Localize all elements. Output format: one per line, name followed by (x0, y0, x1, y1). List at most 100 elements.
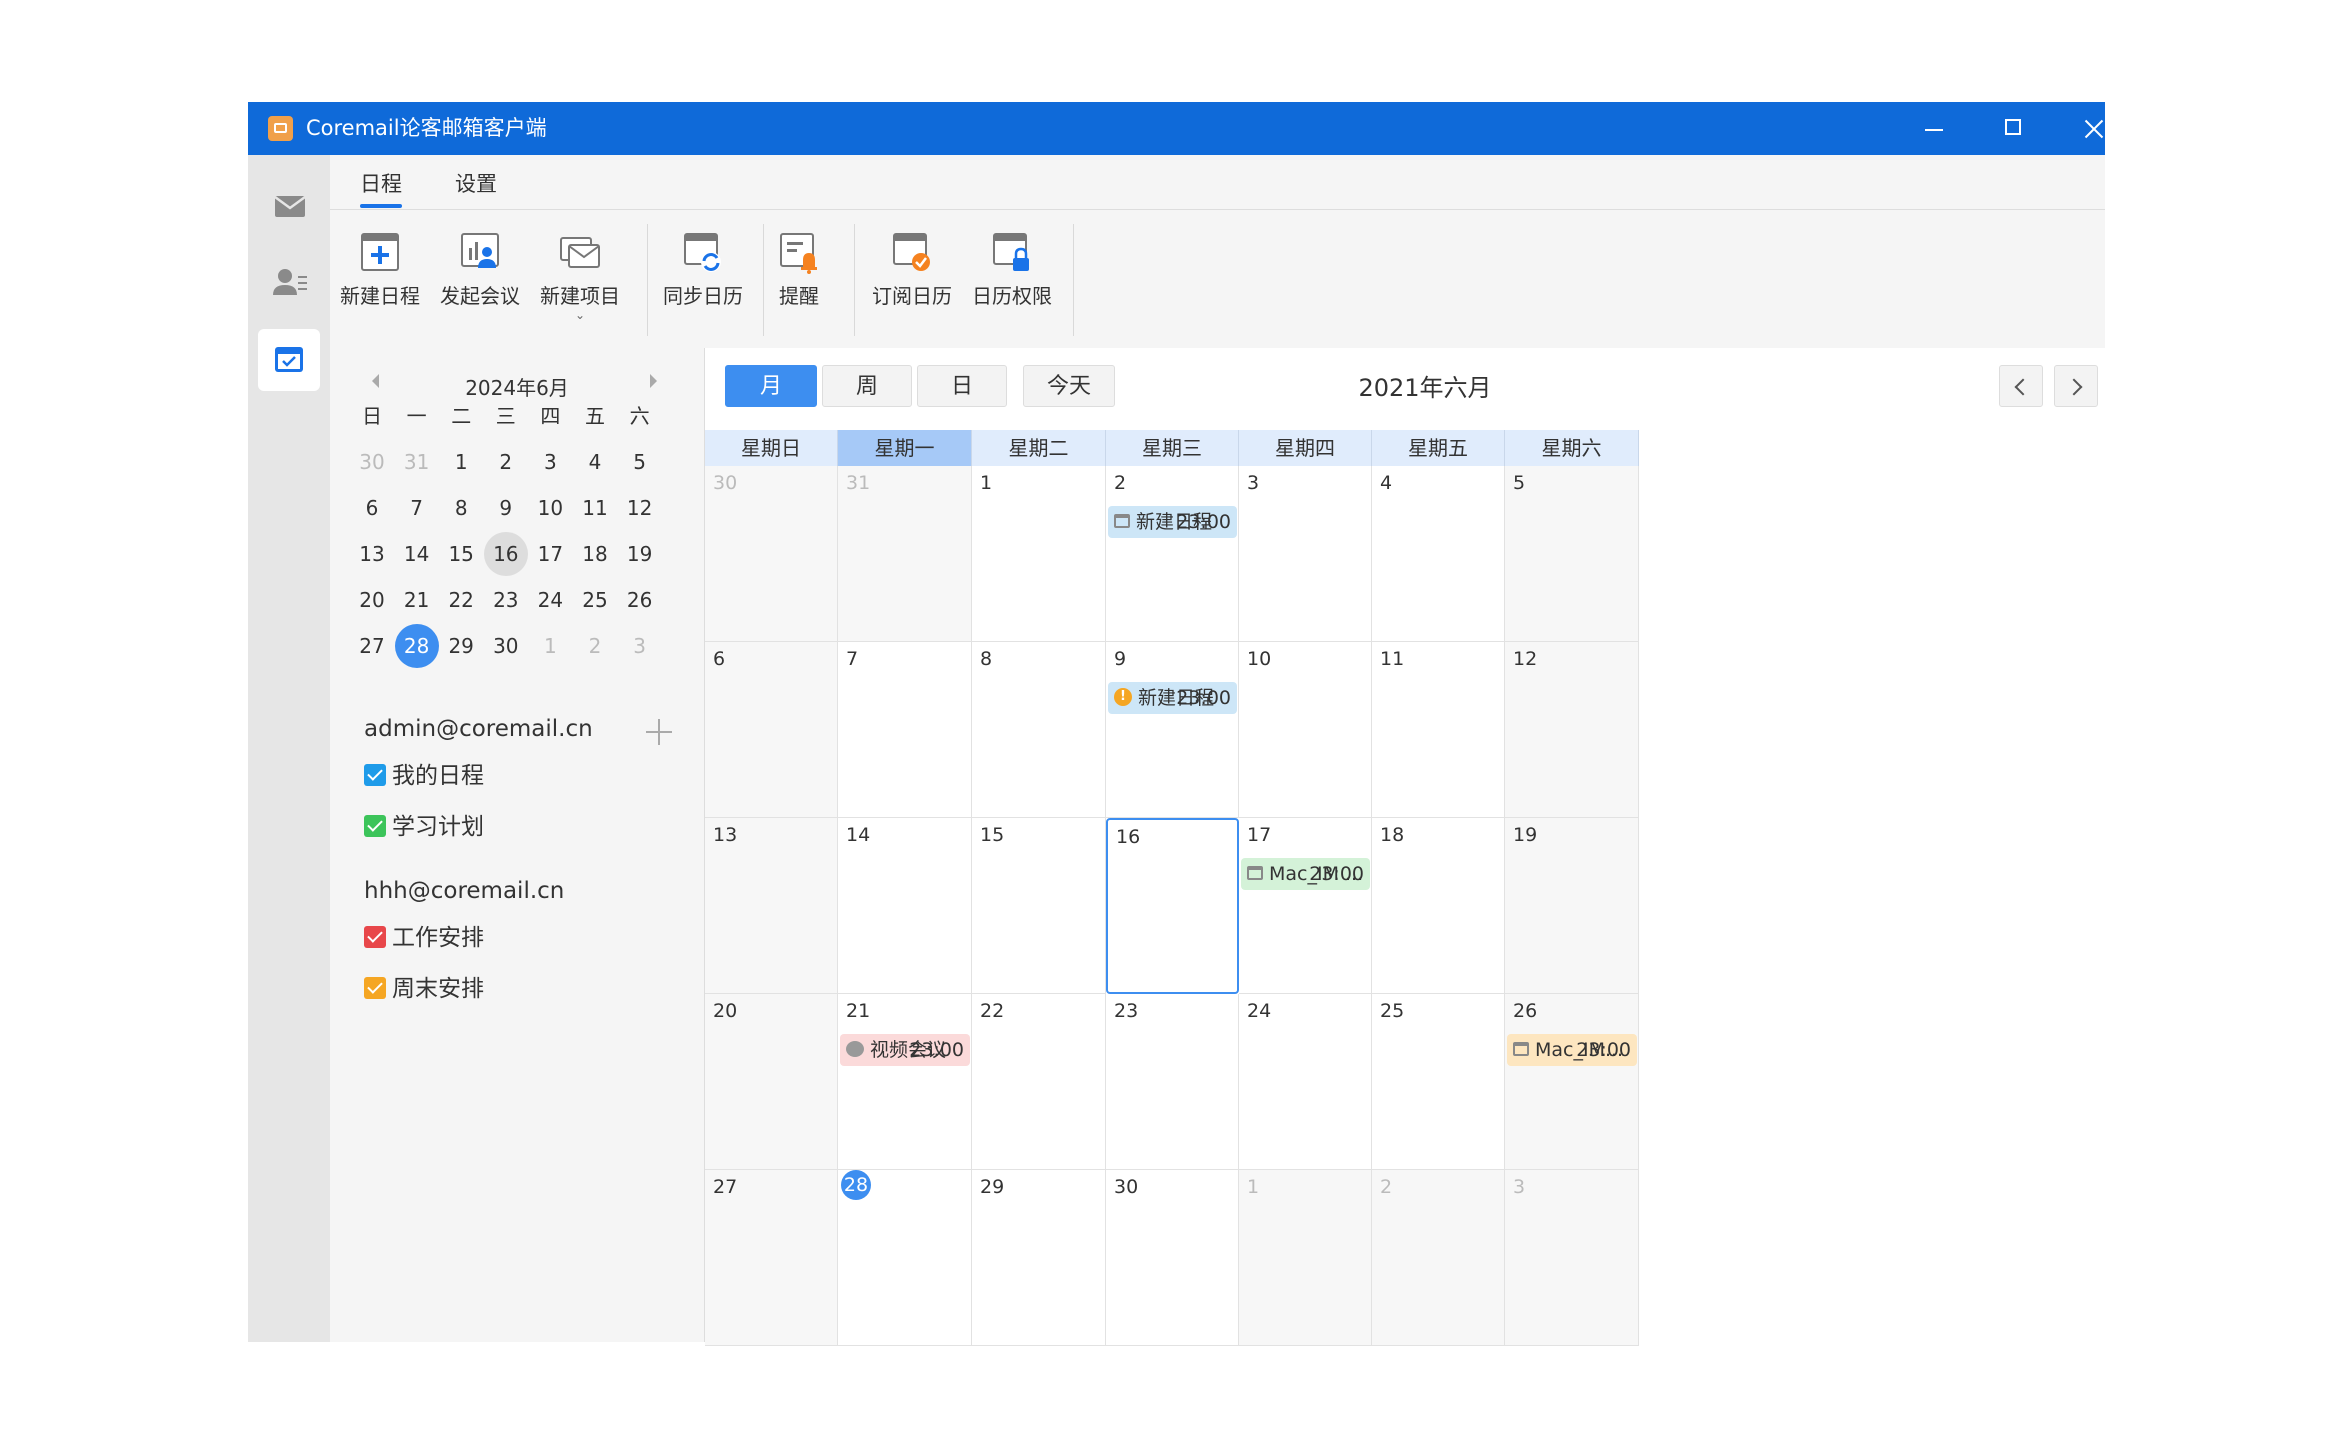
calendar-day-cell[interactable]: 12 (1505, 642, 1639, 818)
mini-calendar-day[interactable]: 7 (395, 486, 439, 530)
mini-calendar-day[interactable]: 22 (439, 578, 483, 622)
calendar-day-cell[interactable]: 28 (838, 1170, 972, 1346)
mini-calendar-day[interactable]: 23 (484, 578, 528, 622)
calendar-item-study-plan[interactable]: 学习计划 (364, 812, 484, 842)
calendar-day-cell[interactable]: 25 (1372, 994, 1505, 1170)
calendar-day-cell[interactable]: 2 (1106, 466, 1239, 642)
mini-calendar-day[interactable]: 12 (618, 486, 662, 530)
calendar-day-cell[interactable]: 20 (705, 994, 838, 1170)
sync-calendar-button[interactable]: 同步日历 (658, 230, 748, 309)
calendar-day-cell[interactable]: 6 (705, 642, 838, 818)
calendar-day-cell[interactable]: 1 (972, 466, 1106, 642)
mini-calendar-day[interactable]: 2 (484, 440, 528, 484)
mini-calendar-day[interactable]: 9 (484, 486, 528, 530)
view-week-button[interactable]: 周 (822, 365, 912, 407)
mini-calendar-day[interactable]: 14 (395, 532, 439, 576)
calendar-day-cell[interactable]: 8 (972, 642, 1106, 818)
mini-calendar-day[interactable]: 28 (394, 624, 439, 668)
mini-calendar-day[interactable]: 26 (618, 578, 662, 622)
calendar-day-cell[interactable]: 7 (838, 642, 972, 818)
new-schedule-button[interactable]: 新建日程 (335, 230, 425, 309)
calendar-day-cell[interactable]: 22 (972, 994, 1106, 1170)
calendar-nav-button[interactable] (258, 329, 320, 391)
mini-calendar-day[interactable]: 19 (618, 532, 662, 576)
close-button[interactable] (2063, 102, 2123, 155)
mini-calendar-day[interactable]: 30 (350, 440, 394, 484)
mini-calendar-day[interactable]: 31 (395, 440, 439, 484)
mini-calendar-day[interactable]: 5 (618, 440, 662, 484)
calendar-day-cell[interactable]: 1 (1239, 1170, 1372, 1346)
calendar-event[interactable]: 视频会议 23:00 (840, 1034, 970, 1066)
checkbox-icon[interactable] (364, 925, 386, 948)
checkbox-icon[interactable] (364, 763, 386, 786)
calendar-day-cell[interactable]: 17 (1239, 818, 1372, 994)
mini-calendar-day[interactable]: 10 (528, 486, 572, 530)
mini-calendar-day[interactable]: 15 (439, 532, 483, 576)
tab-settings[interactable]: 设置 (455, 168, 497, 198)
calendar-day-cell[interactable]: 30 (1106, 1170, 1239, 1346)
mini-calendar-day[interactable]: 8 (439, 486, 483, 530)
mini-calendar-day[interactable]: 20 (350, 578, 394, 622)
start-meeting-button[interactable]: 发起会议 (435, 230, 525, 309)
mini-calendar-day[interactable]: 17 (528, 532, 572, 576)
mini-calendar-next-icon[interactable] (650, 374, 657, 388)
mini-calendar-day[interactable]: 18 (573, 532, 617, 576)
today-button[interactable]: 今天 (1023, 365, 1115, 407)
calendar-item-weekend[interactable]: 周末安排 (364, 974, 484, 1004)
mini-calendar-day[interactable]: 2 (573, 624, 617, 668)
mini-calendar-day[interactable]: 29 (439, 624, 483, 668)
mail-nav-button[interactable] (258, 175, 320, 237)
calendar-day-cell[interactable]: 15 (972, 818, 1106, 994)
maximize-button[interactable] (1983, 102, 2043, 155)
mini-calendar-day[interactable]: 24 (528, 578, 572, 622)
mini-calendar-day[interactable]: 30 (484, 624, 528, 668)
next-month-button[interactable] (2054, 365, 2098, 407)
mini-calendar-day[interactable]: 3 (618, 624, 662, 668)
mini-calendar-day[interactable]: 3 (528, 440, 572, 484)
calendar-day-cell[interactable]: 16 (1106, 818, 1239, 994)
prev-month-button[interactable] (1999, 365, 2043, 407)
calendar-day-cell[interactable]: 18 (1372, 818, 1505, 994)
mini-calendar-day[interactable]: 1 (439, 440, 483, 484)
calendar-day-cell[interactable]: 4 (1372, 466, 1505, 642)
new-item-button[interactable]: 新建项目 ⌄ (535, 230, 625, 321)
tab-schedule[interactable]: 日程 (360, 168, 402, 208)
view-day-button[interactable]: 日 (917, 365, 1007, 407)
subscribe-calendar-button[interactable]: 订阅日历 (867, 230, 957, 309)
calendar-event[interactable]: 新建日程 23:00 (1108, 506, 1237, 538)
calendar-permission-button[interactable]: 日历权限 (967, 230, 1057, 309)
add-calendar-icon[interactable] (646, 719, 672, 745)
calendar-day-cell[interactable]: 3 (1505, 1170, 1639, 1346)
calendar-day-cell[interactable]: 31 (838, 466, 972, 642)
reminder-button[interactable]: 提醒 (749, 230, 849, 309)
calendar-event[interactable]: Mac_IM ... 23:00 (1241, 858, 1370, 890)
checkbox-icon[interactable] (364, 814, 386, 837)
calendar-day-cell[interactable]: 13 (705, 818, 838, 994)
contacts-nav-button[interactable] (258, 252, 320, 314)
mini-calendar-day[interactable]: 4 (573, 440, 617, 484)
mini-calendar-day[interactable]: 25 (573, 578, 617, 622)
view-month-button[interactable]: 月 (725, 365, 817, 407)
mini-calendar-day[interactable]: 16 (483, 532, 528, 576)
mini-calendar-day[interactable]: 21 (395, 578, 439, 622)
calendar-day-cell[interactable]: 27 (705, 1170, 838, 1346)
calendar-day-cell[interactable]: 26 (1505, 994, 1639, 1170)
calendar-item-my-schedule[interactable]: 我的日程 (364, 761, 484, 791)
calendar-item-work[interactable]: 工作安排 (364, 923, 484, 953)
mini-calendar-day[interactable]: 27 (350, 624, 394, 668)
mini-calendar-day[interactable]: 13 (350, 532, 394, 576)
calendar-day-cell[interactable]: 2 (1372, 1170, 1505, 1346)
calendar-event[interactable]: ! 新建日程 23:00 (1108, 682, 1237, 714)
mini-calendar-day[interactable]: 11 (573, 486, 617, 530)
calendar-day-cell[interactable]: 23 (1106, 994, 1239, 1170)
calendar-day-cell[interactable]: 5 (1505, 466, 1639, 642)
checkbox-icon[interactable] (364, 976, 386, 999)
calendar-day-cell[interactable]: 9 (1106, 642, 1239, 818)
calendar-day-cell[interactable]: 30 (705, 466, 838, 642)
mini-calendar-day[interactable]: 1 (528, 624, 572, 668)
minimize-button[interactable] (1903, 102, 1963, 155)
calendar-day-cell[interactable]: 24 (1239, 994, 1372, 1170)
calendar-day-cell[interactable]: 19 (1505, 818, 1639, 994)
calendar-day-cell[interactable]: 21 (838, 994, 972, 1170)
calendar-day-cell[interactable]: 14 (838, 818, 972, 994)
